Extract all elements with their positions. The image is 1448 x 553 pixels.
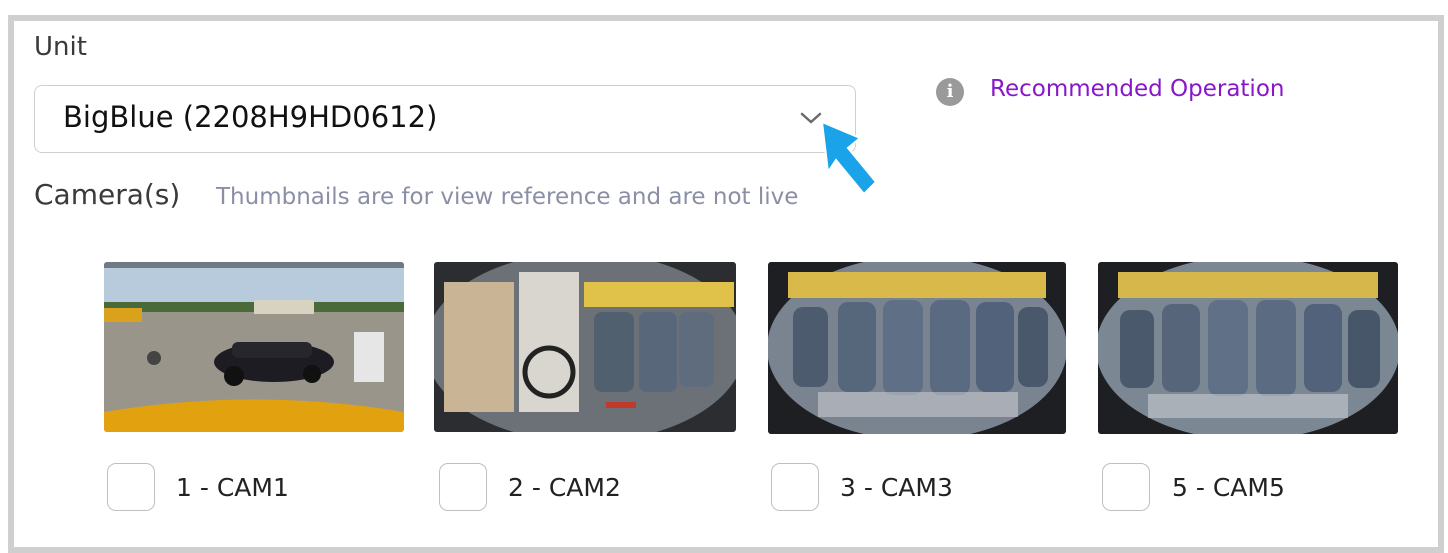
camera-thumbnail-1 [104,262,404,432]
cameras-note: Thumbnails are for view reference and ar… [216,184,799,210]
unit-select[interactable]: BigBlue (2208H9HD0612) [34,85,856,153]
info-icon: i [936,78,964,106]
cameras-title: Camera(s) [34,178,181,211]
cam3-checkbox[interactable] [771,463,819,511]
camera-thumbnail-4 [1098,262,1398,434]
cam2-checkbox[interactable] [439,463,487,511]
cam1-label: 1 - CAM1 [176,473,289,502]
cam5-checkbox[interactable] [1102,463,1150,511]
unit-select-value: BigBlue (2208H9HD0612) [63,100,438,134]
cam1-checkbox[interactable] [107,463,155,511]
cam3-label: 3 - CAM3 [840,473,953,502]
recommended-operation-link[interactable]: Recommended Operation [990,76,1284,102]
pointer-arrow-icon [820,120,878,196]
cam2-label: 2 - CAM2 [508,473,621,502]
camera-thumbnail-3 [768,262,1066,434]
camera-thumbnail-2 [434,262,736,432]
cam5-label: 5 - CAM5 [1172,473,1285,502]
unit-label: Unit [34,32,87,62]
